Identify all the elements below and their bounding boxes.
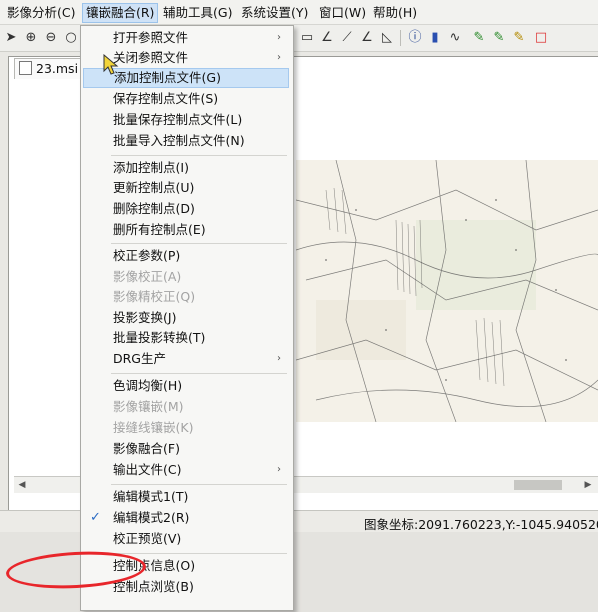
menu-item-batch-projection-transform[interactable]: 批量投影转换(T) — [83, 328, 289, 348]
menu-item-label: 删除控制点(D) — [113, 201, 195, 216]
menu-separator — [111, 484, 287, 485]
menu-item-correction-parameters[interactable]: 校正参数(P) — [83, 246, 289, 266]
zoom-in-icon[interactable]: ⊕ — [22, 29, 40, 47]
menu-item-label: 添加控制点文件(G) — [114, 70, 221, 85]
menu-system-settings[interactable]: 系统设置(Y) — [238, 4, 311, 22]
map-image — [296, 160, 598, 422]
status-coordinates: 图象坐标:2091.760223,Y:-1045.940520 — [364, 517, 598, 532]
menu-item-image-fine-correction[interactable]: 影像精校正(Q) — [83, 287, 289, 307]
menu-item-label: 控制点浏览(B) — [113, 579, 194, 594]
histogram-icon[interactable]: ▮ — [426, 29, 444, 47]
document-tab-label: 23.msi — [36, 61, 79, 76]
menu-item-edit-mode-1[interactable]: 编辑模式1(T) — [83, 487, 289, 507]
menu-item-add-control-point[interactable]: 添加控制点(I) — [83, 158, 289, 178]
mosaic-fusion-dropdown: 打开参照文件 › 关闭参照文件 › 添加控制点文件(G) 保存控制点文件(S) 批量… — [80, 25, 294, 611]
menu-item-delete-all-control-points[interactable]: 删所有控制点(E) — [83, 220, 289, 240]
menu-item-label: 校正预览(V) — [113, 531, 182, 546]
info-icon[interactable]: ⓘ — [406, 29, 424, 47]
menu-item-label: 编辑模式1(T) — [113, 489, 189, 504]
submenu-arrow-icon: › — [277, 464, 281, 475]
menu-separator — [111, 553, 287, 554]
pointer-icon[interactable]: ➤ — [2, 29, 20, 47]
zoom-out-icon[interactable]: ⊖ — [42, 29, 60, 47]
scroll-right-icon[interactable]: ▶ — [580, 477, 596, 493]
menu-item-label: 校正参数(P) — [113, 248, 181, 263]
red-square-icon[interactable]: □ — [532, 29, 550, 47]
menu-item-label: 批量投影转换(T) — [113, 330, 206, 345]
menu-item-drg-production[interactable]: DRG生产 › — [83, 349, 289, 369]
draw-line-icon[interactable]: ⟋ — [338, 29, 356, 47]
menu-item-label: 影像校正(A) — [113, 269, 182, 284]
menu-item-seamline-mosaic[interactable]: 接缝线镶嵌(K) — [83, 418, 289, 438]
menu-item-label: 关闭参照文件 — [113, 50, 189, 65]
draw-rect-icon[interactable]: ▭ — [298, 29, 316, 47]
menu-item-label: 批量导入控制点文件(N) — [113, 133, 245, 148]
menu-item-label: 保存控制点文件(S) — [113, 91, 219, 106]
menu-item-image-correction[interactable]: 影像校正(A) — [83, 267, 289, 287]
scroll-left-icon[interactable]: ◀ — [14, 477, 30, 493]
menu-item-color-balance[interactable]: 色调均衡(H) — [83, 376, 289, 396]
menu-item-output-file[interactable]: 输出文件(C) › — [83, 460, 289, 480]
menu-item-label: 打开参照文件 — [113, 30, 189, 45]
menu-item-label: 输出文件(C) — [113, 462, 182, 477]
menu-item-label: 影像镶嵌(M) — [113, 399, 184, 414]
menu-item-update-control-point[interactable]: 更新控制点(U) — [83, 178, 289, 198]
menu-item-batch-save-control-point-files[interactable]: 批量保存控制点文件(L) — [83, 110, 289, 130]
menu-item-edit-mode-2[interactable]: ✓ 编辑模式2(R) — [83, 508, 289, 528]
checkmark-icon: ✓ — [90, 510, 101, 525]
menu-item-label: 编辑模式2(R) — [113, 510, 190, 525]
add-point-pen-icon[interactable]: ✎ — [470, 29, 488, 47]
menu-bar: 影像分析(C) 镶嵌融合(R) 辅助工具(G) 系统设置(Y) 窗口(W) 帮助… — [0, 0, 598, 25]
menu-item-label: DRG生产 — [113, 351, 166, 366]
menu-item-projection-transform[interactable]: 投影变换(J) — [83, 308, 289, 328]
menu-item-label: 影像融合(F) — [113, 441, 180, 456]
menu-separator — [111, 155, 287, 156]
submenu-arrow-icon: › — [277, 52, 281, 63]
submenu-arrow-icon: › — [277, 353, 281, 364]
menu-item-save-control-point-file[interactable]: 保存控制点文件(S) — [83, 89, 289, 109]
menu-separator — [111, 243, 287, 244]
menu-item-label: 删所有控制点(E) — [113, 222, 206, 237]
menu-help[interactable]: 帮助(H) — [370, 4, 420, 22]
menu-item-label: 接缝线镶嵌(K) — [113, 420, 194, 435]
menu-item-delete-control-point[interactable]: 删除控制点(D) — [83, 199, 289, 219]
menu-separator — [111, 373, 287, 374]
curve-icon[interactable]: ∿ — [446, 29, 464, 47]
toolbar-separator — [400, 30, 401, 46]
submenu-arrow-icon: › — [277, 32, 281, 43]
file-icon — [19, 61, 32, 75]
menu-item-label: 投影变换(J) — [113, 310, 177, 325]
menu-item-label: 添加控制点(I) — [113, 160, 189, 175]
draw-polyline-icon[interactable]: ∠ — [358, 29, 376, 47]
menu-item-label: 色调均衡(H) — [113, 378, 183, 393]
menu-window[interactable]: 窗口(W) — [316, 4, 369, 22]
menu-item-label: 影像精校正(Q) — [113, 289, 196, 304]
menu-item-image-fusion[interactable]: 影像融合(F) — [83, 439, 289, 459]
draw-triangle-icon[interactable]: ◺ — [378, 29, 396, 47]
menu-item-label: 更新控制点(U) — [113, 180, 195, 195]
menu-item-image-mosaic[interactable]: 影像镶嵌(M) — [83, 397, 289, 417]
menu-item-batch-import-control-point-files[interactable]: 批量导入控制点文件(N) — [83, 131, 289, 151]
menu-image-analysis[interactable]: 影像分析(C) — [4, 4, 78, 22]
menu-item-correction-preview[interactable]: 校正预览(V) — [83, 529, 289, 549]
zoom-icon[interactable]: ○ — [62, 29, 80, 47]
document-tab[interactable]: 23.msi — [14, 58, 86, 79]
menu-item-open-reference[interactable]: 打开参照文件 › — [83, 28, 289, 48]
pencil-icon[interactable]: ✎ — [510, 29, 528, 47]
menu-auxiliary-tools[interactable]: 辅助工具(G) — [160, 4, 235, 22]
edit-point-pen-icon[interactable]: ✎ — [490, 29, 508, 47]
menu-mosaic-fusion[interactable]: 镶嵌融合(R) — [82, 3, 159, 23]
draw-angle-icon[interactable]: ∠ — [318, 29, 336, 47]
mouse-cursor-icon — [103, 54, 119, 75]
menu-item-label: 批量保存控制点文件(L) — [113, 112, 243, 127]
scroll-thumb[interactable] — [514, 480, 562, 490]
